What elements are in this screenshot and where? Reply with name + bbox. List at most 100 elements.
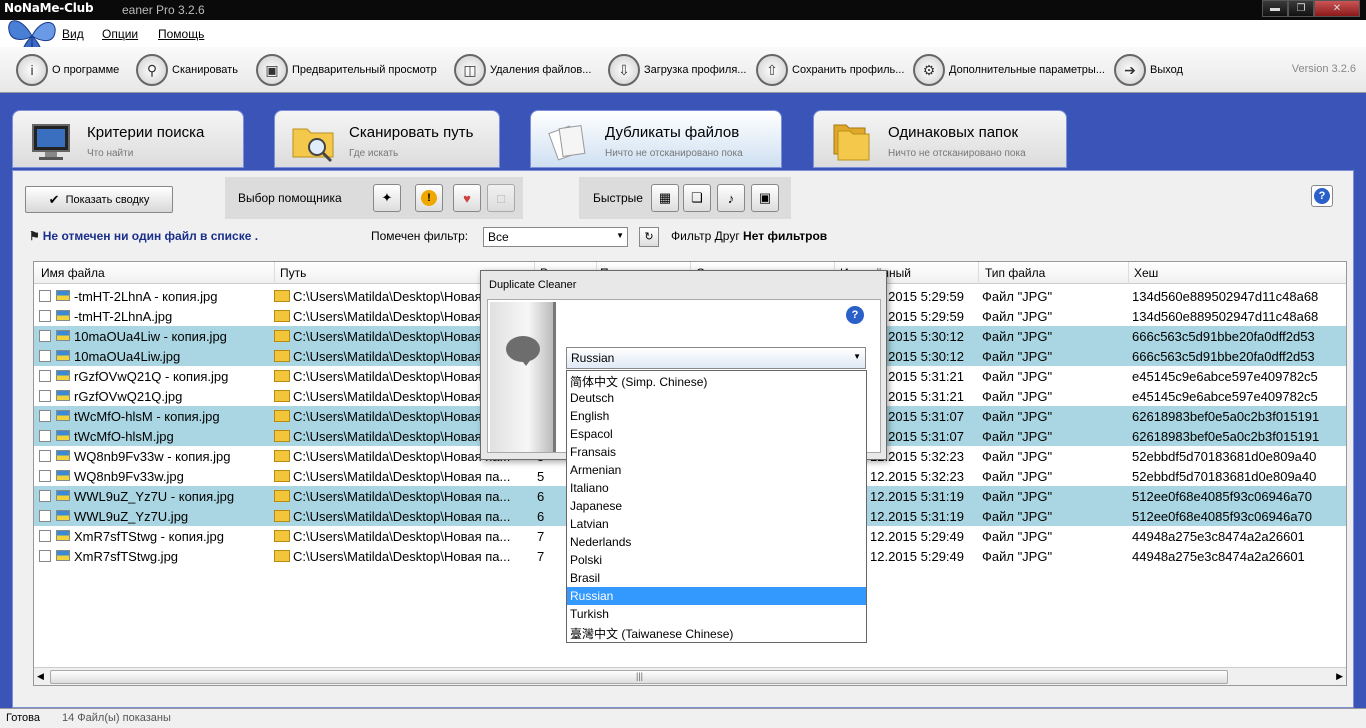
scan-label: Сканировать <box>172 64 238 76</box>
scroll-right-icon[interactable]: ▶ <box>1336 671 1343 682</box>
row-checkbox[interactable] <box>39 390 51 402</box>
scroll-left-icon[interactable]: ◀ <box>37 671 44 682</box>
horizontal-scrollbar[interactable]: ◀ ||| ▶ <box>34 667 1346 685</box>
file-path: C:\Users\Matilda\Desktop\Новая па... <box>293 469 511 484</box>
refresh-filter-button[interactable]: ↻ <box>639 227 659 247</box>
quick-filters-group: Быстрые ▦ ❏ ♪ ▣ <box>579 177 791 219</box>
row-checkbox[interactable] <box>39 450 51 462</box>
language-select[interactable]: Russian ▼ <box>566 347 866 369</box>
folder-icon <box>274 550 290 562</box>
file-size: 6 <box>537 489 545 504</box>
language-option[interactable]: Italiano <box>567 479 866 497</box>
exit-button[interactable]: ➔ Выход <box>1114 53 1183 87</box>
maximize-button[interactable]: ❐ <box>1288 0 1314 17</box>
quick-music-button[interactable]: ♪ <box>717 184 745 212</box>
language-option[interactable]: Latvian <box>567 515 866 533</box>
col-header-hash[interactable]: Хеш <box>1134 266 1158 280</box>
folder-icon <box>274 410 290 422</box>
show-summary-label: Показать сводку <box>65 193 150 206</box>
row-checkbox[interactable] <box>39 470 51 482</box>
row-checkbox[interactable] <box>39 330 51 342</box>
about-button[interactable]: i О программе <box>16 53 119 87</box>
close-button[interactable]: ✕ <box>1314 0 1360 17</box>
delete-files-button[interactable]: ◫ Удаления файлов... <box>454 53 591 87</box>
tab-duplicate-files[interactable]: Дубликаты файлов Ничто не отсканировано … <box>530 110 782 168</box>
language-dropdown-list: 简体中文 (Simp. Chinese) Deutsch English Espaco… <box>566 370 867 643</box>
language-option[interactable]: Japanese <box>567 497 866 515</box>
image-file-icon <box>56 410 70 421</box>
filter-select[interactable]: Все ▼ <box>483 227 628 247</box>
folder-icon <box>274 470 290 482</box>
delete-files-label: Удаления файлов... <box>490 64 592 76</box>
row-checkbox[interactable] <box>39 410 51 422</box>
show-summary-button[interactable]: ✔ Показать сводку <box>25 186 173 213</box>
checkmark-icon: ✔ <box>48 191 60 207</box>
filter-value: Все <box>488 230 509 244</box>
file-type: Файл "JPG" <box>982 509 1053 524</box>
file-name: tWcMfO-hlsM - копия.jpg <box>74 409 220 424</box>
menu-help[interactable]: Помощь <box>158 27 204 41</box>
selection-assistant-group: Выбор помощника ✦ ! ♥ □ <box>225 177 523 219</box>
folder-favorite-button[interactable]: ♥ <box>453 184 481 212</box>
upload-icon: ⇧ <box>756 54 788 86</box>
file-hash: 44948a275e3c8474a2a26601 <box>1132 529 1305 544</box>
col-header-path[interactable]: Путь <box>280 266 306 280</box>
folders-icon <box>833 124 870 161</box>
language-option[interactable]: Polski <box>567 551 866 569</box>
tab-scan-path[interactable]: Сканировать путь Где искать <box>274 110 500 168</box>
language-option[interactable]: Deutsch <box>567 389 866 407</box>
folder-icon <box>274 390 290 402</box>
row-checkbox[interactable] <box>39 490 51 502</box>
load-profile-button[interactable]: ⇩ Загрузка профиля... <box>608 53 746 87</box>
dialog-help-button[interactable]: ? <box>846 306 866 326</box>
language-option[interactable]: Russian <box>567 587 866 605</box>
language-option[interactable]: English <box>567 407 866 425</box>
col-header-name[interactable]: Имя файла <box>41 266 105 280</box>
row-checkbox[interactable] <box>39 510 51 522</box>
minimize-button[interactable]: ▬ <box>1262 0 1288 17</box>
row-checkbox[interactable] <box>39 550 51 562</box>
quick-windows-button[interactable]: ❏ <box>683 184 711 212</box>
image-file-icon <box>56 510 70 521</box>
save-profile-button[interactable]: ⇧ Сохранить профиль... <box>756 53 904 87</box>
file-name: WWL9uZ_Yz7U.jpg <box>74 509 189 524</box>
folder-icon <box>274 310 290 322</box>
scrollbar-thumb[interactable]: ||| <box>50 670 1228 684</box>
tab-identical-folders[interactable]: Одинаковых папок Ничто не отсканировано … <box>813 110 1067 168</box>
refresh-icon: ↻ <box>644 231 654 243</box>
scan-button[interactable]: ⚲ Сканировать <box>136 53 238 87</box>
language-option[interactable]: Turkish <box>567 605 866 623</box>
window-title: eaner Pro 3.2.6 <box>122 3 205 17</box>
row-checkbox[interactable] <box>39 370 51 382</box>
image-file-icon <box>56 390 70 401</box>
language-option[interactable]: Espacol <box>567 425 866 443</box>
language-option[interactable]: Armenian <box>567 461 866 479</box>
advanced-options-button[interactable]: ⚙ Дополнительные параметры... <box>913 53 1105 87</box>
file-name: XmR7sfTStwg - копия.jpg <box>74 529 224 544</box>
language-option[interactable]: 简体中文 (Simp. Chinese) <box>567 371 866 389</box>
file-name: 10maOUa4Liw - копия.jpg <box>74 329 227 344</box>
col-header-type[interactable]: Тип файла <box>985 266 1045 280</box>
document-button[interactable]: □ <box>487 184 515 212</box>
language-option[interactable]: Fransais <box>567 443 866 461</box>
row-checkbox[interactable] <box>39 430 51 442</box>
file-hash: 44948a275e3c8474a2a26601 <box>1132 549 1305 564</box>
help-button[interactable]: ? <box>1311 185 1333 207</box>
tab-search-criteria[interactable]: Критерии поиска Что найти <box>12 110 244 168</box>
image-file-icon <box>56 490 70 501</box>
language-option[interactable]: 臺灣中文 (Taiwanese Chinese) <box>567 623 866 641</box>
row-checkbox[interactable] <box>39 350 51 362</box>
language-option[interactable]: Brasil <box>567 569 866 587</box>
chevron-down-icon: ▼ <box>853 352 861 361</box>
preview-button[interactable]: ▣ Предварительный просмотр <box>256 53 437 87</box>
status-bar: Готова 14 Файл(ы) показаны <box>0 708 1366 728</box>
row-checkbox[interactable] <box>39 530 51 542</box>
language-option[interactable]: Nederlands <box>567 533 866 551</box>
quick-table-button[interactable]: ▦ <box>651 184 679 212</box>
quick-image-button[interactable]: ▣ <box>751 184 779 212</box>
selection-status: ⚑ Не отмечен ни один файл в списке . <box>29 229 258 243</box>
row-checkbox[interactable] <box>39 290 51 302</box>
row-checkbox[interactable] <box>39 310 51 322</box>
wand-button[interactable]: ✦ <box>373 184 401 212</box>
warning-button[interactable]: ! <box>415 184 443 212</box>
